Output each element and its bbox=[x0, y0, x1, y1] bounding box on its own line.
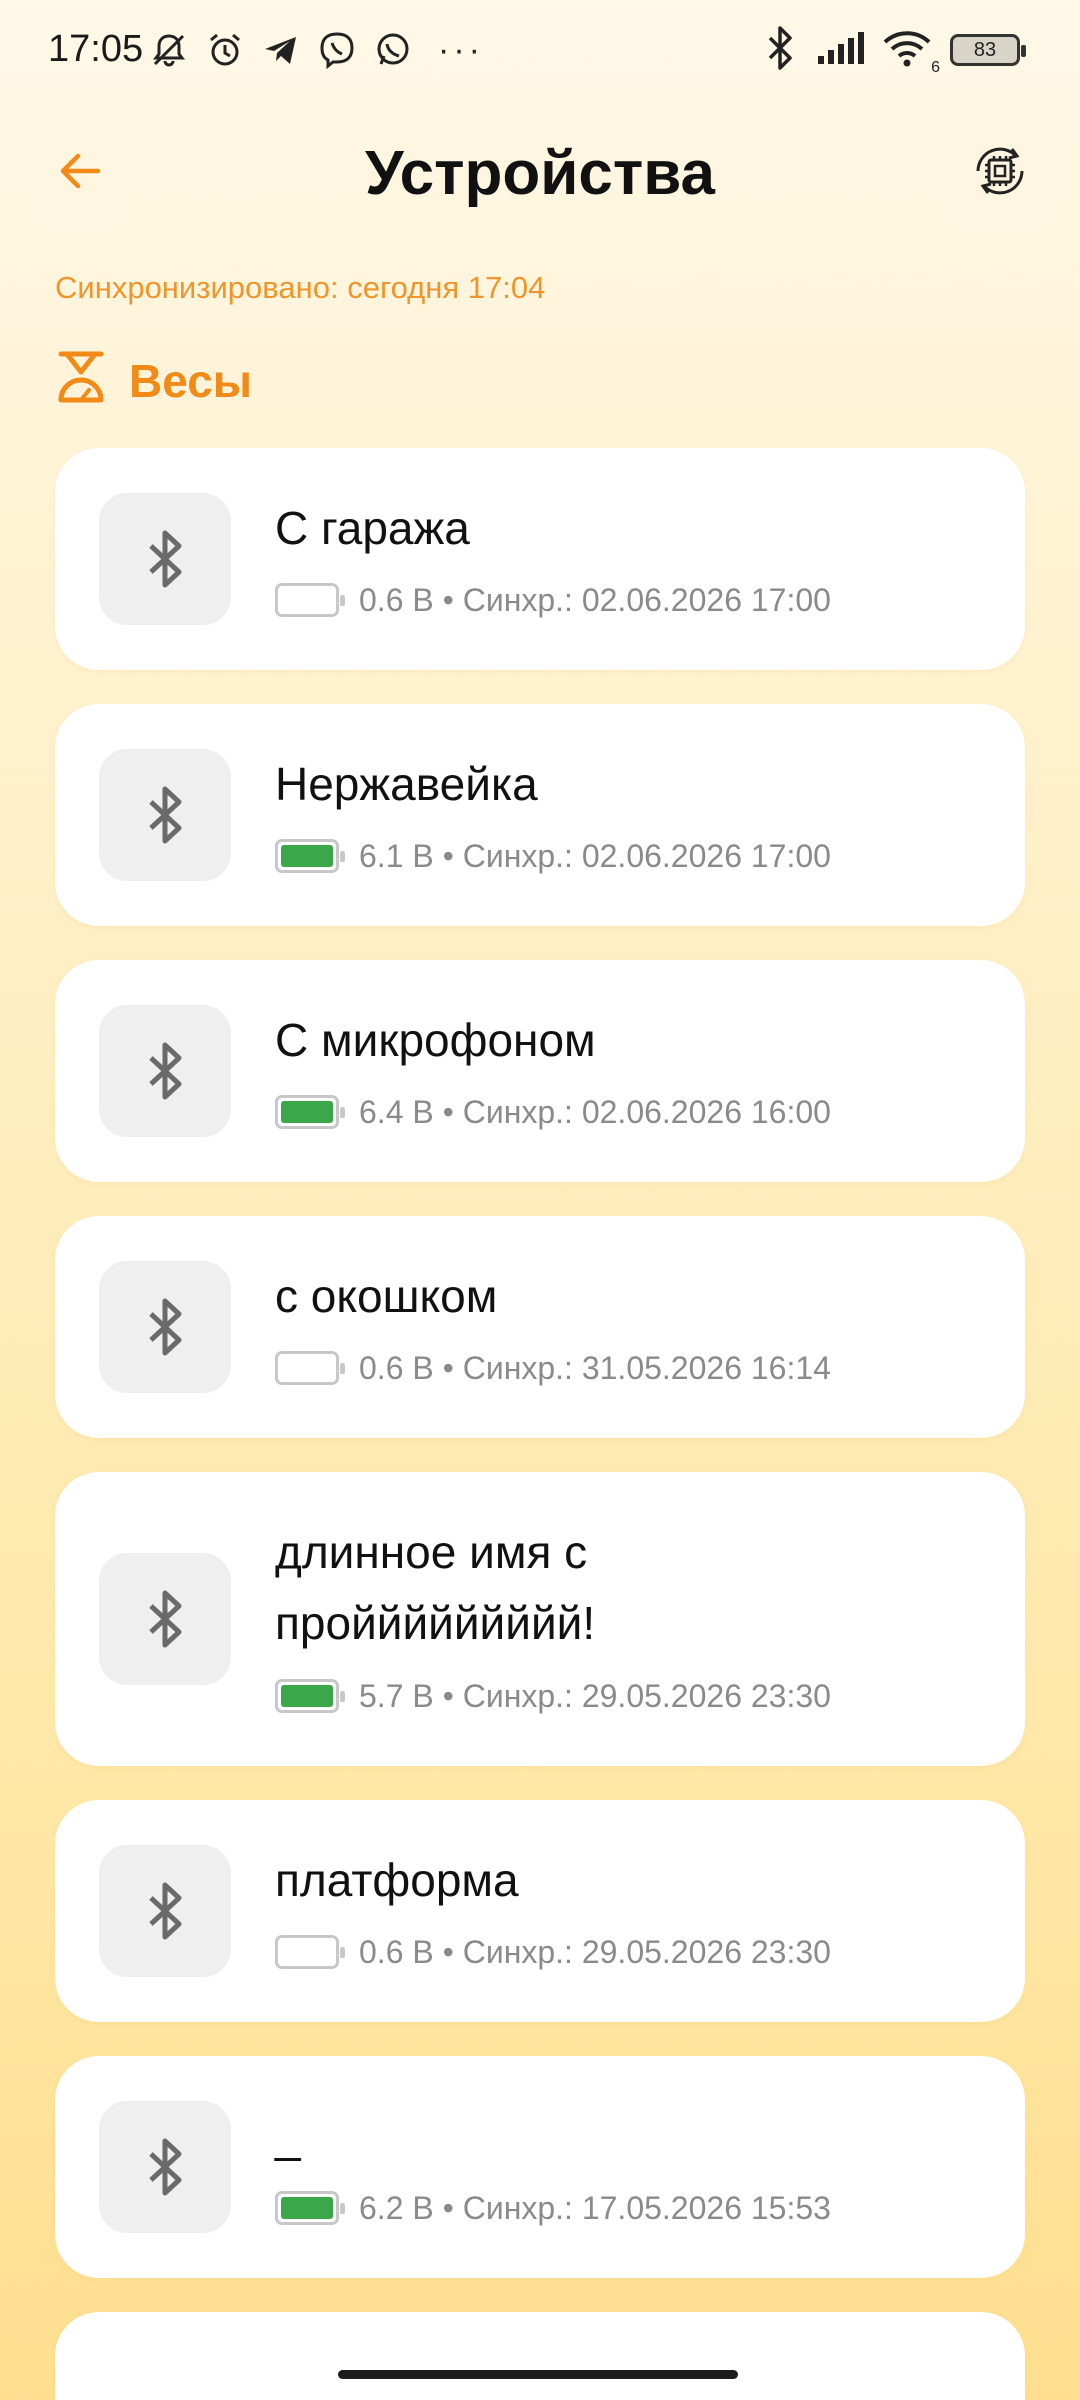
device-meta-text: 6.1 В • Синхр.: 02.06.2026 17:00 bbox=[359, 837, 831, 874]
status-left-icons: ··· bbox=[148, 26, 484, 74]
device-meta: 0.6 В • Синхр.: 02.06.2026 17:00 bbox=[275, 580, 831, 620]
bluetooth-icon bbox=[149, 786, 182, 844]
whatsapp-icon bbox=[372, 29, 414, 71]
device-name: _ bbox=[275, 2110, 301, 2162]
device-card[interactable]: длинное имя с проййййййййй! 5.7 В • Синх… bbox=[55, 1472, 1025, 1766]
device-icon-box bbox=[99, 1005, 231, 1137]
wifi-badge: 6 bbox=[931, 58, 940, 76]
device-meta-text: 0.6 В • Синхр.: 02.06.2026 17:00 bbox=[359, 581, 831, 618]
scale-icon bbox=[55, 350, 107, 411]
more-notifications-indicator: ··· bbox=[438, 30, 484, 69]
device-name-line2: проййййййййй! bbox=[275, 1597, 596, 1649]
device-card[interactable]: Нержавейка 6.1 В • Синхр.: 02.06.2026 17… bbox=[55, 704, 1025, 926]
battery-icon bbox=[275, 583, 345, 617]
device-icon-box bbox=[99, 1261, 231, 1393]
bluetooth-icon bbox=[149, 2138, 182, 2196]
device-meta-text: 6.2 В • Синхр.: 17.05.2026 15:53 bbox=[359, 2189, 831, 2226]
device-icon-box bbox=[99, 1553, 231, 1685]
device-meta: 6.1 В • Синхр.: 02.06.2026 17:00 bbox=[275, 836, 831, 876]
device-meta-text: 0.6 В • Синхр.: 31.05.2026 16:14 bbox=[359, 1349, 831, 1386]
battery-icon bbox=[275, 1351, 345, 1385]
bluetooth-icon bbox=[149, 1042, 182, 1100]
section-header-scales: Весы bbox=[55, 350, 252, 411]
device-card[interactable]: с окошком 0.6 В • Синхр.: 31.05.2026 16:… bbox=[55, 1216, 1025, 1438]
device-name: С гаража bbox=[275, 502, 470, 554]
bluetooth-icon bbox=[149, 1882, 182, 1940]
device-card[interactable]: С гаража 0.6 В • Синхр.: 02.06.2026 17:0… bbox=[55, 448, 1025, 670]
battery-icon bbox=[275, 1935, 345, 1969]
section-title: Весы bbox=[129, 354, 253, 407]
status-time: 17:05 bbox=[48, 28, 144, 70]
bluetooth-icon bbox=[149, 1298, 182, 1356]
wifi-icon: 6 bbox=[882, 28, 940, 76]
device-card-partial[interactable] bbox=[55, 2312, 1025, 2400]
device-meta: 6.4 В • Синхр.: 02.06.2026 16:00 bbox=[275, 1092, 831, 1132]
battery-icon bbox=[275, 1679, 345, 1713]
device-meta-text: 0.6 В • Синхр.: 29.05.2026 23:30 bbox=[359, 1933, 831, 1970]
device-name: С микрофоном bbox=[275, 1014, 596, 1066]
sync-status: Синхронизировано: сегодня 17:04 bbox=[55, 270, 546, 305]
device-meta: 0.6 В • Синхр.: 29.05.2026 23:30 bbox=[275, 1932, 831, 1972]
device-card[interactable]: С микрофоном 6.4 В • Синхр.: 02.06.2026 … bbox=[55, 960, 1025, 1182]
device-name: длинное имя с bbox=[275, 1526, 588, 1578]
device-meta: 6.2 В • Синхр.: 17.05.2026 15:53 bbox=[275, 2188, 831, 2228]
device-name: платформа bbox=[275, 1854, 519, 1906]
device-card[interactable]: _ 6.2 В • Синхр.: 17.05.2026 15:53 bbox=[55, 2056, 1025, 2278]
device-icon-box bbox=[99, 2101, 231, 2233]
device-icon-box bbox=[99, 1845, 231, 1977]
signal-icon bbox=[816, 30, 864, 71]
device-meta: 0.6 В • Синхр.: 31.05.2026 16:14 bbox=[275, 1348, 831, 1388]
firmware-sync-button[interactable] bbox=[942, 115, 1058, 231]
device-meta: 5.7 В • Синхр.: 29.05.2026 23:30 bbox=[275, 1676, 831, 1716]
home-indicator[interactable] bbox=[338, 2370, 738, 2379]
page-title: Устройства bbox=[365, 139, 715, 208]
battery-indicator: 83 bbox=[950, 34, 1026, 66]
status-right-icons: 6 83 bbox=[762, 25, 1026, 76]
battery-icon bbox=[275, 2191, 345, 2225]
device-meta-text: 5.7 В • Синхр.: 29.05.2026 23:30 bbox=[359, 1677, 831, 1714]
device-icon-box bbox=[99, 493, 231, 625]
device-icon-box bbox=[99, 749, 231, 881]
device-name: Нержавейка bbox=[275, 758, 538, 810]
battery-icon bbox=[275, 839, 345, 873]
device-card[interactable]: платформа 0.6 В • Синхр.: 29.05.2026 23:… bbox=[55, 1800, 1025, 2022]
alarm-icon bbox=[204, 29, 246, 71]
mute-notifications-icon bbox=[148, 29, 190, 71]
bluetooth-icon bbox=[762, 25, 798, 75]
device-meta-text: 6.4 В • Синхр.: 02.06.2026 16:00 bbox=[359, 1093, 831, 1130]
telegram-icon bbox=[260, 29, 302, 71]
battery-icon bbox=[275, 1095, 345, 1129]
status-bar: 17:05 ··· 6 83 bbox=[0, 0, 1080, 104]
viber-icon bbox=[316, 29, 358, 71]
chip-sync-icon bbox=[968, 139, 1032, 208]
device-name: с окошком bbox=[275, 1270, 498, 1322]
bluetooth-icon bbox=[149, 530, 182, 588]
bluetooth-icon bbox=[149, 1590, 182, 1648]
